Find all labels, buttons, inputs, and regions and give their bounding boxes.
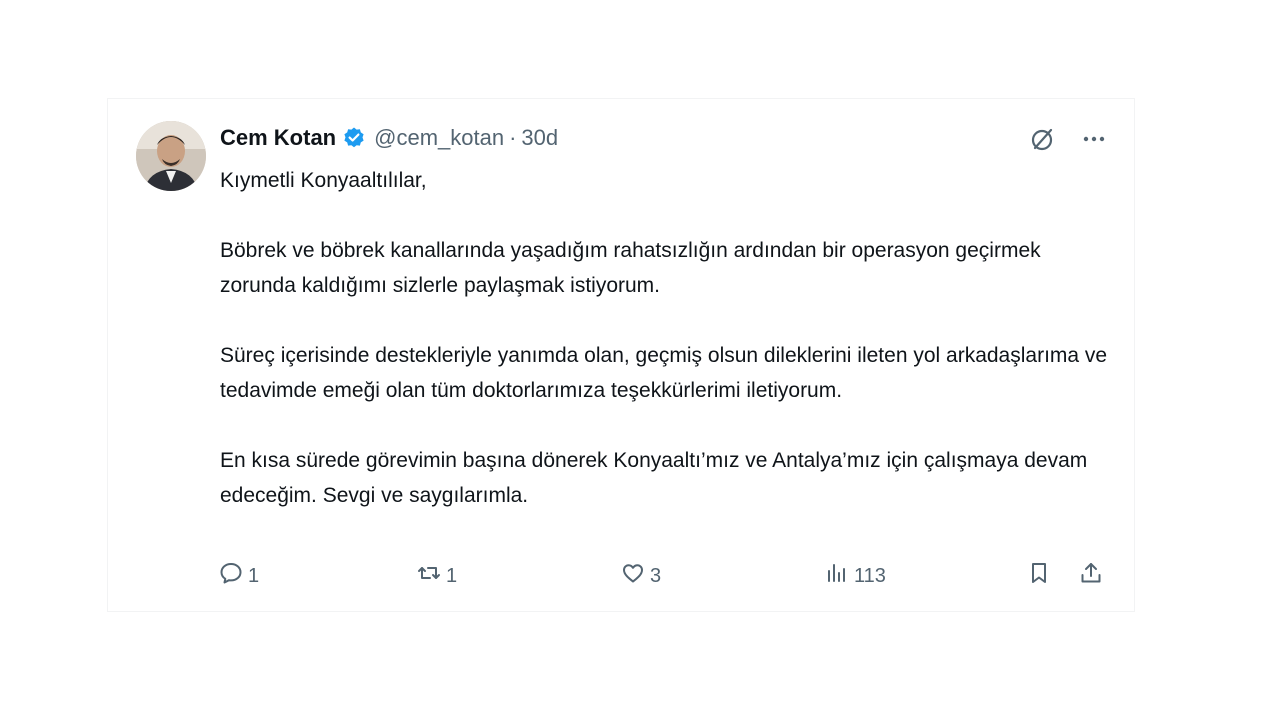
- retweet-button[interactable]: 1: [416, 559, 457, 593]
- display-name[interactable]: Cem Kotan: [220, 125, 336, 151]
- avatar[interactable]: [136, 121, 206, 191]
- views-count: 113: [854, 564, 886, 587]
- views-chart-icon: [824, 560, 850, 592]
- share-button[interactable]: [1078, 559, 1104, 593]
- tweet-header: Cem Kotan @cem_kotan · 30d: [220, 123, 558, 153]
- bookmark-icon: [1026, 560, 1052, 592]
- user-handle[interactable]: @cem_kotan: [374, 125, 504, 151]
- tweet-card[interactable]: Cem Kotan @cem_kotan · 30d Kıymetli Kony…: [107, 98, 1135, 612]
- reply-count: 1: [248, 564, 260, 587]
- timestamp[interactable]: 30d: [521, 125, 558, 151]
- like-button[interactable]: 3: [620, 559, 661, 593]
- grok-icon[interactable]: [1028, 125, 1056, 153]
- top-actions: [1028, 125, 1108, 153]
- reply-button[interactable]: 1: [218, 559, 259, 593]
- views-button[interactable]: 113: [824, 559, 886, 593]
- share-icon: [1078, 560, 1104, 592]
- separator-dot: ·: [509, 125, 517, 150]
- retweet-icon: [416, 560, 442, 592]
- tweet-paragraph: Süreç içerisinde destekleriyle yanımda o…: [220, 344, 1108, 402]
- tweet-text: Kıymetli Konyaaltılılar, Böbrek ve böbre…: [220, 163, 1120, 548]
- more-icon[interactable]: [1080, 125, 1108, 153]
- verified-badge-icon: [342, 126, 366, 150]
- heart-icon: [620, 560, 646, 592]
- bookmark-button[interactable]: [1026, 559, 1052, 593]
- retweet-count: 1: [446, 564, 458, 587]
- reply-icon: [218, 560, 244, 592]
- like-count: 3: [650, 564, 662, 587]
- action-bar: 1 1 3 113: [218, 559, 1108, 593]
- tweet-paragraph: Böbrek ve böbrek kanallarında yaşadığım …: [220, 239, 1041, 297]
- tweet-paragraph: Kıymetli Konyaaltılılar,: [220, 169, 427, 192]
- tweet-paragraph: En kısa sürede görevimin başına dönerek …: [220, 449, 1088, 507]
